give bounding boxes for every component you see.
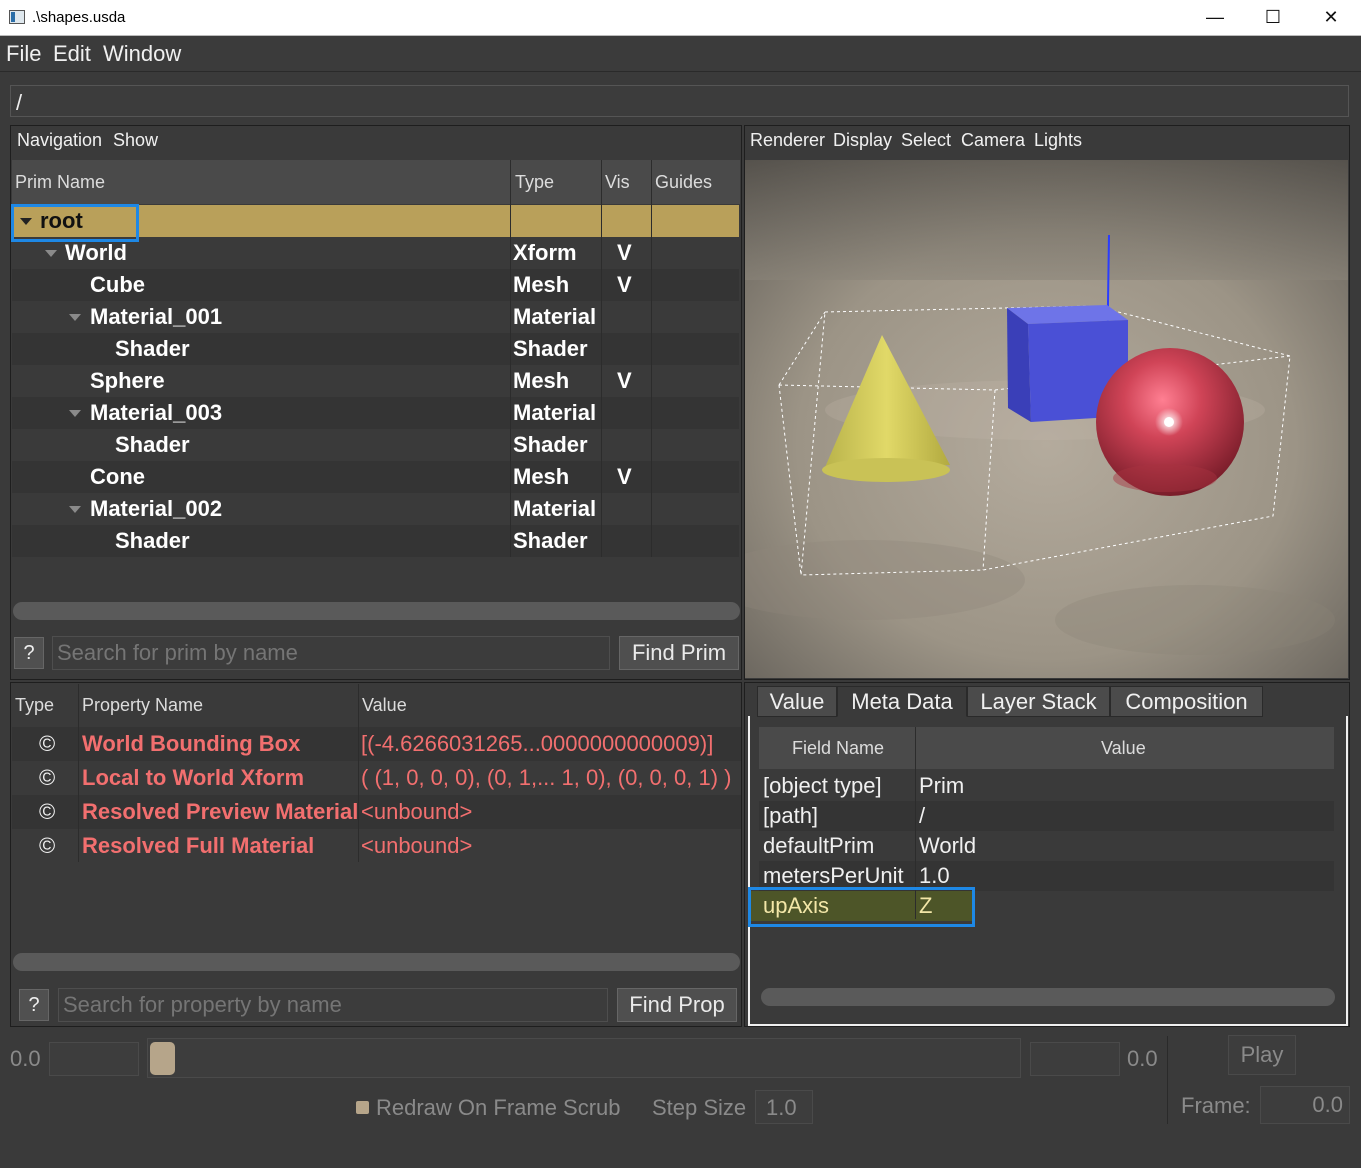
viewport-render bbox=[745, 160, 1348, 678]
tab-composition[interactable]: Composition bbox=[1110, 686, 1263, 717]
frame-label: Frame: bbox=[1181, 1093, 1251, 1118]
computed-property-icon: © bbox=[39, 731, 56, 756]
menu-renderer[interactable]: Renderer bbox=[750, 130, 825, 151]
horizontal-scrollbar[interactable] bbox=[761, 988, 1335, 1006]
navigation-menu: Navigation Show bbox=[11, 126, 741, 158]
expand-arrow-icon[interactable] bbox=[45, 250, 57, 257]
metadata-header: Field Name Value bbox=[759, 727, 1334, 769]
col-property-name[interactable]: Property Name bbox=[82, 695, 203, 716]
column-divider bbox=[601, 160, 602, 557]
property-row-local-to-world-xform[interactable]: © Local to World Xform ( (1, 0, 0, 0), (… bbox=[12, 761, 741, 795]
property-search-input[interactable] bbox=[58, 988, 608, 1022]
timeline-slider[interactable] bbox=[147, 1038, 1021, 1078]
menu-lights[interactable]: Lights bbox=[1034, 130, 1082, 151]
col-prim-name[interactable]: Prim Name bbox=[15, 172, 105, 193]
property-row-resolved-full-material[interactable]: © Resolved Full Material <unbound> bbox=[12, 829, 741, 863]
tree-row-cube[interactable]: Cube Mesh V bbox=[12, 269, 739, 301]
redraw-checkbox[interactable] bbox=[356, 1101, 369, 1114]
frame-input[interactable]: 0.0 bbox=[1260, 1086, 1350, 1124]
prim-search-input[interactable] bbox=[52, 636, 610, 670]
tree-row-material-002[interactable]: Material_002 Material bbox=[12, 493, 739, 525]
menu-window[interactable]: Window bbox=[103, 41, 181, 67]
play-button[interactable]: Play bbox=[1228, 1035, 1296, 1075]
minimize-button[interactable]: — bbox=[1186, 0, 1244, 34]
col-guides[interactable]: Guides bbox=[655, 172, 712, 193]
expand-arrow-icon[interactable] bbox=[69, 410, 81, 417]
meta-row-path[interactable]: [path] / bbox=[759, 801, 1334, 831]
prim-browser-panel: Navigation Show Prim Name Type Vis Guide… bbox=[10, 125, 742, 680]
selection-highlight bbox=[748, 887, 975, 927]
tree-row-material-001[interactable]: Material_001 Material bbox=[12, 301, 739, 333]
column-divider bbox=[651, 160, 652, 557]
menu-navigation[interactable]: Navigation bbox=[17, 130, 102, 151]
tree-row-shader[interactable]: Shader Shader bbox=[12, 525, 739, 557]
col-type[interactable]: Type bbox=[515, 172, 554, 193]
viewport-menu: Renderer Display Select Camera Lights bbox=[745, 126, 1349, 158]
col-vis[interactable]: Vis bbox=[605, 172, 630, 193]
property-row-world-bounding-box[interactable]: © World Bounding Box [(-4.6266031265...0… bbox=[12, 727, 741, 761]
menu-camera[interactable]: Camera bbox=[961, 130, 1025, 151]
meta-row-object-type[interactable]: [object type] Prim bbox=[759, 771, 1334, 801]
menu-bar: File Edit Window bbox=[0, 36, 1361, 72]
meta-row-default-prim[interactable]: defaultPrim World bbox=[759, 831, 1334, 861]
column-divider bbox=[358, 684, 359, 862]
help-button[interactable]: ? bbox=[14, 637, 44, 669]
computed-property-icon: © bbox=[39, 833, 56, 858]
menu-display[interactable]: Display bbox=[833, 130, 892, 151]
step-size-input[interactable]: 1.0 bbox=[755, 1090, 813, 1124]
timeline-divider bbox=[1167, 1036, 1168, 1124]
window-title: .\shapes.usda bbox=[32, 9, 126, 26]
selection-highlight bbox=[11, 204, 139, 242]
timeline-end-label: 0.0 bbox=[1127, 1046, 1158, 1071]
window-title-bar: .\shapes.usda — ☐ ✕ bbox=[0, 0, 1361, 36]
app-icon bbox=[9, 10, 25, 24]
property-panel: Type Property Name Value © World Boundin… bbox=[10, 682, 742, 1027]
timeline-start-label: 0.0 bbox=[10, 1046, 41, 1071]
expand-arrow-icon[interactable] bbox=[69, 314, 81, 321]
column-divider bbox=[510, 160, 511, 557]
horizontal-scrollbar[interactable] bbox=[13, 953, 740, 971]
close-button[interactable]: ✕ bbox=[1302, 0, 1360, 34]
property-header: Type Property Name Value bbox=[12, 684, 741, 726]
tree-row-cone[interactable]: Cone Mesh V bbox=[12, 461, 739, 493]
tab-meta-data[interactable]: Meta Data bbox=[837, 686, 967, 717]
maximize-button[interactable]: ☐ bbox=[1244, 0, 1302, 34]
tree-row-shader[interactable]: Shader Shader bbox=[12, 333, 739, 365]
timeline-slider-handle[interactable] bbox=[150, 1042, 175, 1075]
find-prim-button[interactable]: Find Prim bbox=[619, 636, 739, 670]
menu-show[interactable]: Show bbox=[113, 130, 158, 151]
computed-property-icon: © bbox=[39, 765, 56, 790]
tree-row-sphere[interactable]: Sphere Mesh V bbox=[12, 365, 739, 397]
help-button[interactable]: ? bbox=[19, 989, 49, 1021]
tab-layer-stack[interactable]: Layer Stack bbox=[967, 686, 1110, 717]
menu-edit[interactable]: Edit bbox=[53, 41, 91, 67]
prim-tree-header: Prim Name Type Vis Guides bbox=[12, 160, 740, 204]
tab-value[interactable]: Value bbox=[757, 686, 837, 717]
horizontal-scrollbar[interactable] bbox=[13, 602, 740, 620]
column-divider bbox=[78, 684, 79, 862]
computed-property-icon: © bbox=[39, 799, 56, 824]
tree-row-shader[interactable]: Shader Shader bbox=[12, 429, 739, 461]
tree-row-material-003[interactable]: Material_003 Material bbox=[12, 397, 739, 429]
3d-viewport[interactable] bbox=[745, 160, 1348, 678]
range-start-input[interactable] bbox=[49, 1042, 139, 1076]
menu-select[interactable]: Select bbox=[901, 130, 951, 151]
col-field-name[interactable]: Field Name bbox=[792, 738, 884, 759]
col-type[interactable]: Type bbox=[15, 695, 54, 716]
expand-arrow-icon[interactable] bbox=[69, 506, 81, 513]
prim-path-field[interactable]: / bbox=[10, 85, 1349, 117]
range-end-input[interactable] bbox=[1030, 1042, 1120, 1076]
col-value[interactable]: Value bbox=[1101, 738, 1146, 759]
redraw-label: Redraw On Frame Scrub bbox=[376, 1095, 621, 1120]
col-value[interactable]: Value bbox=[362, 695, 407, 716]
find-prop-button[interactable]: Find Prop bbox=[617, 988, 737, 1022]
property-row-resolved-preview-material[interactable]: © Resolved Preview Material <unbound> bbox=[12, 795, 741, 829]
menu-file[interactable]: File bbox=[6, 41, 41, 67]
step-size-label: Step Size bbox=[652, 1095, 747, 1120]
